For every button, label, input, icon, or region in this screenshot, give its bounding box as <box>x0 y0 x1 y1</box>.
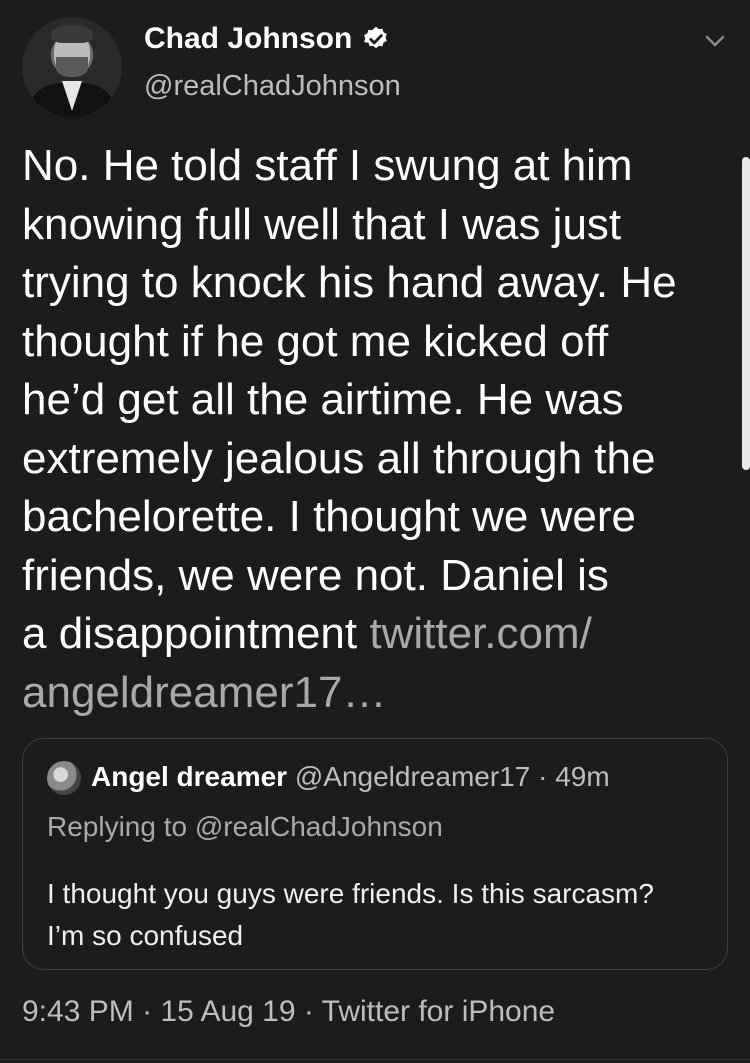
divider <box>0 1059 750 1060</box>
author-name[interactable]: Chad Johnson <box>144 22 352 56</box>
quoted-text: I thought you guys were friends. Is this… <box>47 878 654 951</box>
quoted-time: 49m <box>555 761 610 792</box>
meta-separator-1: · <box>133 995 161 1028</box>
tweet-meta: 9:43 PM · 15 Aug 19 · Twitter for iPhone <box>22 995 555 1029</box>
author-name-row[interactable]: Chad Johnson <box>144 22 390 56</box>
tweet-detail: Chad Johnson @realChadJohnson No. He tol… <box>0 0 750 1063</box>
quoted-separator: · <box>530 761 556 792</box>
tweet-text: No. He told staff I swung at him knowing… <box>22 137 712 722</box>
scrollbar[interactable] <box>742 157 750 470</box>
quoted-author-name: Angel dreamer <box>91 761 288 792</box>
tweet-body: No. He told staff I swung at him knowing… <box>22 141 677 658</box>
tweet-source[interactable]: Twitter for iPhone <box>322 995 555 1028</box>
verified-badge-icon <box>364 26 388 49</box>
tweet-link-line1[interactable]: twitter.com/ <box>369 609 592 658</box>
quoted-header: Angel dreamer @Angeldreamer17 · 49m <box>91 761 610 793</box>
chevron-down-icon[interactable] <box>700 28 730 54</box>
author-avatar[interactable] <box>22 17 122 117</box>
quoted-author-handle: @Angeldreamer17 <box>294 761 531 792</box>
tweet-time: 9:43 PM <box>22 995 134 1028</box>
tweet-link-line2[interactable]: angeldreamer17… <box>22 668 386 717</box>
quoted-replying-to: Replying to @realChadJohnson <box>47 811 443 842</box>
meta-separator-2: · <box>295 995 322 1028</box>
quoted-tweet[interactable]: Angel dreamer @Angeldreamer17 · 49m Repl… <box>22 738 728 970</box>
author-handle[interactable]: @realChadJohnson <box>144 70 401 103</box>
quoted-avatar[interactable] <box>47 761 81 795</box>
tweet-date: 15 Aug 19 <box>160 995 296 1028</box>
